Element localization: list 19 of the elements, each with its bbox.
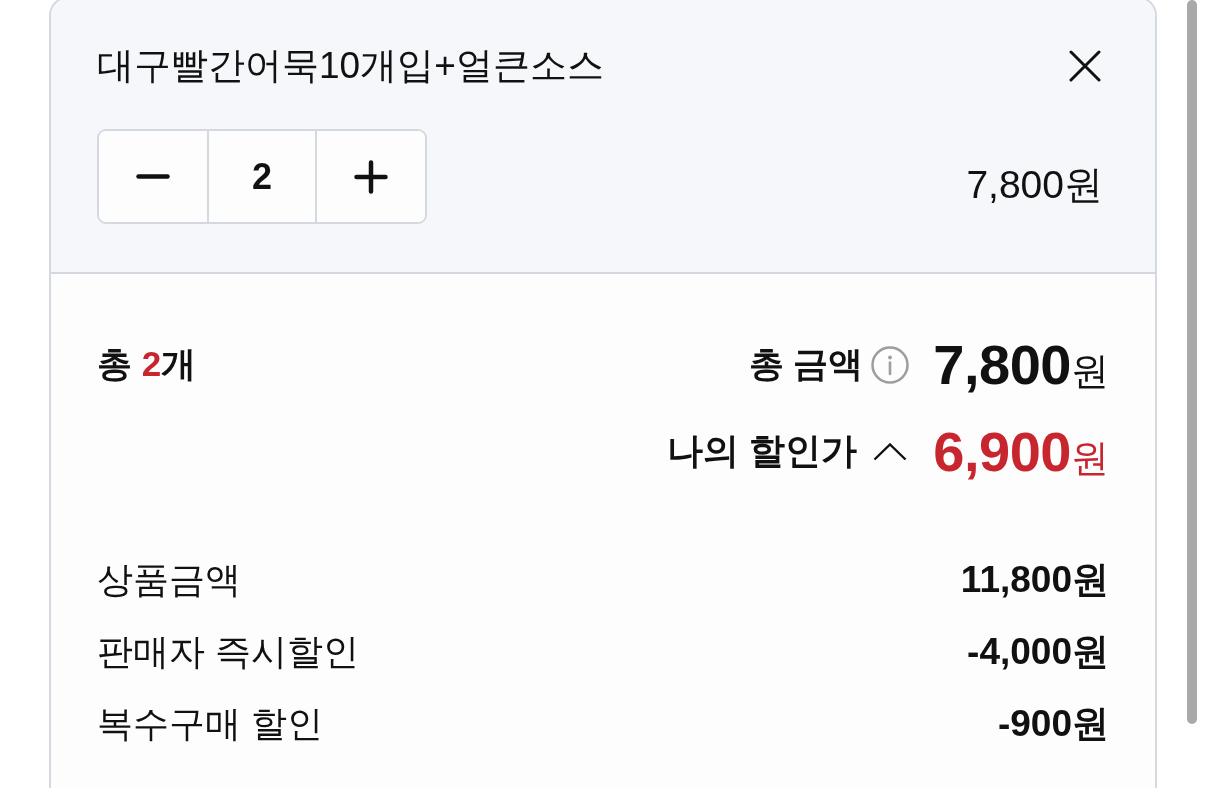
close-icon bbox=[1069, 50, 1101, 82]
breakdown-label: 판매자 즉시할인 bbox=[97, 629, 359, 674]
breakdown-value: 11,800원 bbox=[960, 558, 1109, 602]
total-amount-label: 총 금액 bbox=[748, 343, 864, 385]
discount-toggle[interactable]: 나의 할인가 bbox=[667, 427, 908, 476]
minus-icon bbox=[136, 174, 170, 179]
close-button[interactable] bbox=[1069, 50, 1101, 82]
discount-amount: 6,900원 bbox=[933, 419, 1109, 484]
plus-icon bbox=[354, 159, 388, 194]
breakdown-label: 복수구매 할인 bbox=[97, 701, 323, 746]
breakdown-value: -900원 bbox=[997, 702, 1109, 746]
breakdown-value: -4,000원 bbox=[967, 630, 1109, 674]
total-amount: 7,800원 bbox=[933, 332, 1109, 397]
item-price: 7,800원 bbox=[966, 161, 1103, 208]
product-name: 대구빨간어묵10개입+얼큰소스 bbox=[97, 44, 604, 88]
total-count: 총 2개 bbox=[97, 343, 197, 385]
breakdown-label: 상품금액 bbox=[97, 557, 241, 602]
scrollbar-thumb[interactable] bbox=[1187, 0, 1197, 724]
info-icon[interactable] bbox=[871, 345, 910, 384]
